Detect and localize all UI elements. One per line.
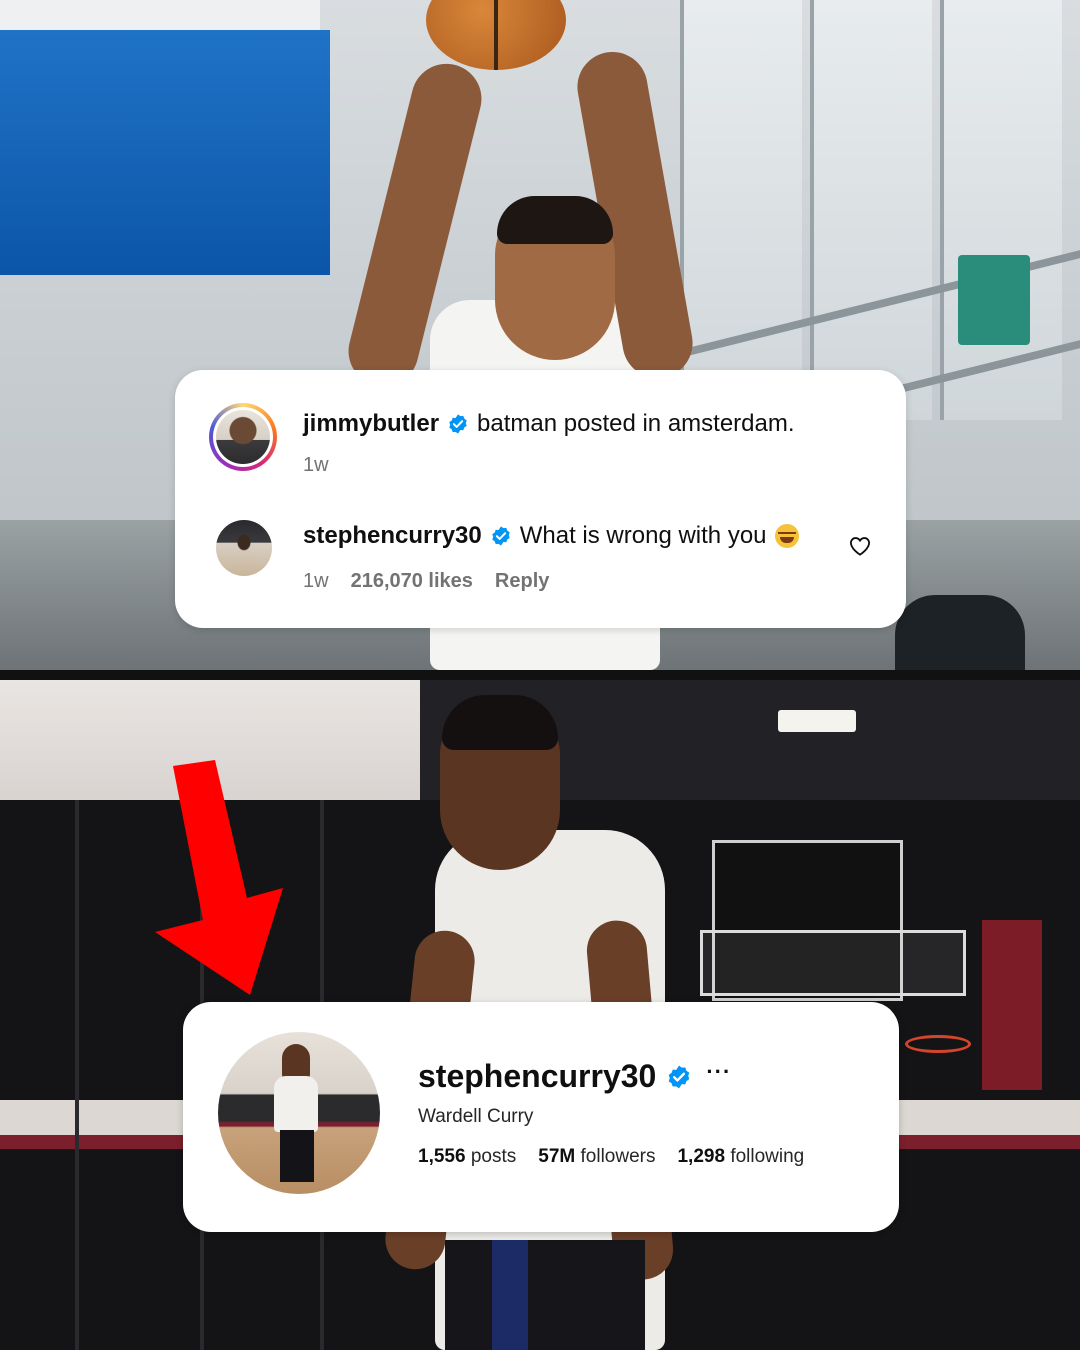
comment-2-text: What is wrong with you (519, 522, 767, 549)
comment-2-time: 1w (303, 570, 329, 592)
verified-badge-icon (449, 414, 467, 434)
heart-icon[interactable] (849, 536, 871, 556)
more-options-button[interactable]: ··· (706, 1059, 731, 1085)
comment-1: jimmybutler batman posted in amsterdam. (303, 410, 795, 438)
jimmybutler-avatar[interactable] (209, 403, 277, 471)
followers-count: 57M (538, 1146, 576, 1167)
laughing-emoji-icon (774, 524, 799, 548)
comment-2: stephencurry30 What is wrong with you (303, 522, 799, 550)
followers-label: followers (580, 1146, 656, 1167)
wall-banner (982, 920, 1042, 1090)
background-person (895, 595, 1025, 670)
player-shorts (445, 1240, 645, 1350)
comment-1-username[interactable]: jimmybutler (303, 410, 439, 438)
comment-2-meta: 1w 216,070 likes Reply (303, 570, 549, 593)
posts-stat[interactable]: 1,556 posts (418, 1146, 516, 1168)
profile-username-row: stephencurry30 ··· (418, 1058, 731, 1095)
profile-stats: 1,556 posts 57M followers 1,298 followin… (418, 1146, 804, 1168)
comment-2-likes[interactable]: 216,070 likes (351, 570, 473, 593)
comment-1-time: 1w (303, 454, 329, 476)
comment-1-meta: 1w (303, 454, 329, 477)
backboard (700, 930, 966, 996)
profile-avatar[interactable] (218, 1032, 380, 1194)
verified-badge-icon (492, 526, 510, 546)
green-bin (958, 255, 1030, 345)
window-pane (680, 0, 802, 420)
shorts-stripe (492, 1240, 528, 1350)
pad-seam (75, 800, 79, 1350)
profile-username[interactable]: stephencurry30 (418, 1058, 656, 1095)
comment-2-username[interactable]: stephencurry30 (303, 522, 482, 550)
following-count: 1,298 (677, 1146, 726, 1167)
basketball-seam (494, 0, 498, 70)
following-stat[interactable]: 1,298 following (677, 1146, 804, 1168)
basketball-hoop (905, 1035, 971, 1053)
profile-full-name: Wardell Curry (418, 1106, 534, 1127)
reply-button[interactable]: Reply (495, 570, 549, 593)
followers-stat[interactable]: 57M followers (538, 1146, 655, 1168)
player-hair (442, 695, 558, 750)
blue-wall-panel (0, 30, 330, 275)
posts-label: posts (470, 1146, 517, 1167)
ceiling-light (778, 710, 856, 732)
stephencurry30-avatar[interactable] (216, 520, 272, 576)
comment-1-text: batman posted in amsterdam. (477, 410, 795, 437)
window-pane (810, 0, 932, 420)
posts-count: 1,556 (418, 1146, 466, 1167)
red-arrow-icon (155, 760, 283, 995)
verified-badge-icon (669, 1065, 690, 1088)
player-hair (497, 196, 613, 244)
following-label: following (730, 1146, 805, 1167)
